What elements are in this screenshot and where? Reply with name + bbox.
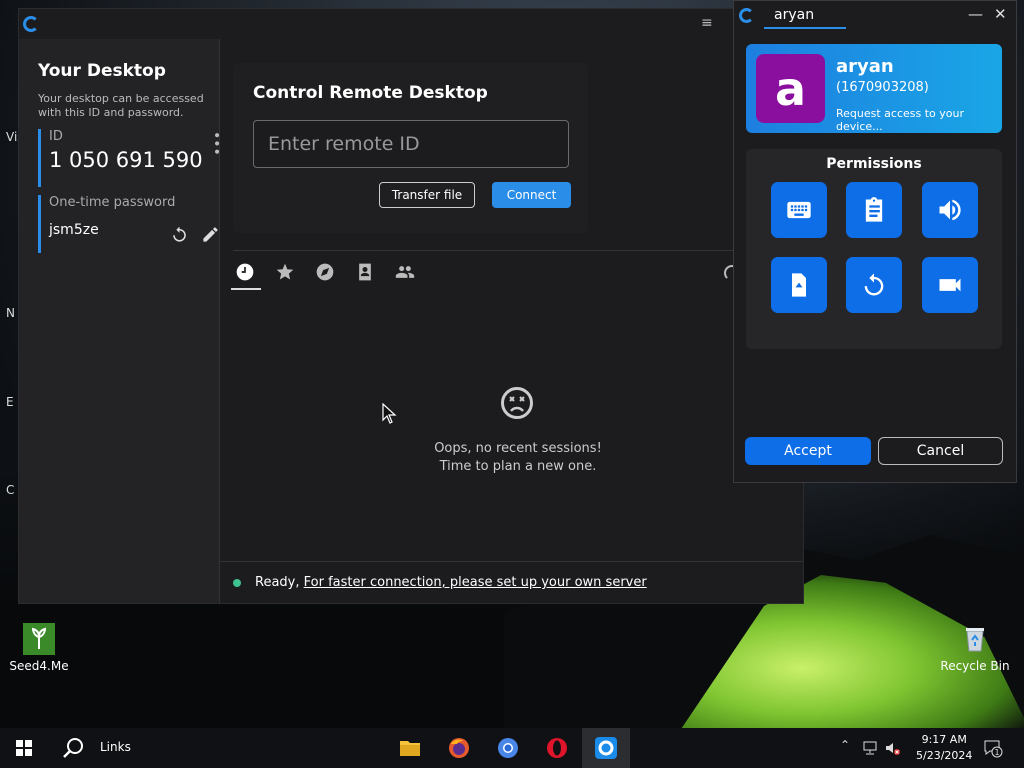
control-remote-card: Control Remote Desktop Transfer file Con… xyxy=(233,63,588,233)
audio-permission-button[interactable] xyxy=(922,182,978,238)
desktop-edge-label: N xyxy=(6,306,15,320)
rustdesk-icon xyxy=(595,737,617,759)
restart-permission-button[interactable] xyxy=(846,257,902,313)
file-explorer-icon[interactable] xyxy=(398,736,422,760)
mouse-cursor-icon xyxy=(382,403,397,424)
id-label: ID xyxy=(49,129,63,144)
control-remote-title: Control Remote Desktop xyxy=(253,83,488,103)
close-icon[interactable]: ✕ xyxy=(994,5,1007,23)
network-icon[interactable] xyxy=(862,740,878,756)
restart-icon xyxy=(864,273,884,296)
desktop-icon-seed4me[interactable]: Seed4.Me xyxy=(4,623,74,673)
clock[interactable]: 9:17 AM 5/23/2024 xyxy=(916,732,972,764)
cm-tab-indicator xyxy=(764,27,846,29)
rustdesk-taskbar-button[interactable] xyxy=(582,728,630,768)
notification-count: 1 xyxy=(994,748,999,757)
windows-start-icon[interactable] xyxy=(16,740,32,756)
permissions-title: Permissions xyxy=(826,156,922,172)
id-value[interactable]: 1 050 691 590 xyxy=(49,148,214,172)
compass-icon xyxy=(316,263,334,281)
transfer-file-button[interactable]: Transfer file xyxy=(379,182,475,208)
recording-icon xyxy=(939,278,961,292)
opera-icon[interactable] xyxy=(545,736,569,760)
edit-password-icon[interactable] xyxy=(201,225,220,248)
setup-server-link[interactable]: For faster connection, please set up you… xyxy=(304,575,647,590)
desktop-edge-label: E xyxy=(6,395,14,409)
session-tabs xyxy=(231,262,415,290)
tab-discovered[interactable] xyxy=(315,262,335,282)
clock-time: 9:17 AM xyxy=(921,733,967,746)
permissions-card: Permissions xyxy=(746,149,1002,349)
requesting-user-card: a aryan (1670903208) Request access to y… xyxy=(746,44,1002,133)
status-ready-text: Ready, xyxy=(255,575,300,590)
request-text: Request access to your device... xyxy=(836,107,965,133)
notification-center-icon[interactable]: 1 xyxy=(983,738,1003,758)
empty-state-line2: Time to plan a new one. xyxy=(439,459,597,474)
desktop-edge-label: C xyxy=(6,483,15,497)
clipboard-permission-button[interactable] xyxy=(846,182,902,238)
user-id: (1670903208) xyxy=(836,80,929,95)
more-options-icon[interactable]: ••• xyxy=(208,131,224,156)
file-transfer-icon xyxy=(792,273,806,297)
rustdesk-main-window: ≡ Your Desktop Your desktop can be acces… xyxy=(18,8,804,604)
clock-date: 5/23/2024 xyxy=(916,749,973,762)
keyboard-permission-button[interactable] xyxy=(771,182,827,238)
menu-icon[interactable]: ≡ xyxy=(701,16,714,30)
id-block: ID 1 050 691 590 ••• xyxy=(38,129,224,187)
avatar: a xyxy=(756,54,825,123)
rustdesk-logo-icon xyxy=(739,8,754,23)
audio-icon xyxy=(939,199,961,221)
tray-chevron-icon[interactable]: ⌃ xyxy=(840,738,850,752)
tab-recent-sessions[interactable] xyxy=(231,262,261,290)
user-name: aryan xyxy=(836,56,894,77)
divider xyxy=(233,250,803,251)
your-desktop-title: Your Desktop xyxy=(38,61,166,81)
status-bar: Ready, For faster connection, please set… xyxy=(219,561,803,604)
sad-face-icon xyxy=(501,387,533,419)
keyboard-icon xyxy=(787,201,811,219)
empty-state-line1: Oops, no recent sessions! xyxy=(434,441,602,456)
left-panel: Your Desktop Your desktop can be accesse… xyxy=(19,39,224,603)
recording-permission-button[interactable] xyxy=(922,257,978,313)
tab-group[interactable] xyxy=(395,262,415,282)
desktop-icon-label: Recycle Bin xyxy=(940,659,1010,673)
minimize-icon[interactable]: — xyxy=(968,5,983,23)
clipboard-icon xyxy=(865,197,883,222)
address-book-icon xyxy=(359,263,371,281)
clock-icon xyxy=(236,263,254,281)
rustdesk-logo-icon xyxy=(23,16,39,32)
search-icon[interactable] xyxy=(62,737,84,759)
password-block: One-time password jsm5ze xyxy=(38,195,218,253)
connect-button[interactable]: Connect xyxy=(492,182,571,208)
your-desktop-description: Your desktop can be accessed with this I… xyxy=(38,92,204,119)
remote-id-input[interactable] xyxy=(253,120,569,168)
firefox-icon[interactable] xyxy=(447,736,471,760)
tab-favorites[interactable] xyxy=(275,262,295,282)
taskbar: Links ⌃ 9:17 AM 5/23/2024 1 xyxy=(0,728,1024,768)
connection-request-window: aryan — ✕ a aryan (1670903208) Request a… xyxy=(733,0,1017,483)
recycle-bin-icon xyxy=(959,623,991,655)
volume-muted-icon[interactable] xyxy=(884,740,900,756)
password-label: One-time password xyxy=(49,195,176,210)
star-icon xyxy=(276,263,294,280)
group-icon xyxy=(395,266,415,278)
status-online-icon xyxy=(233,579,241,587)
desktop-icon-recycle-bin[interactable]: Recycle Bin xyxy=(940,623,1010,673)
accept-button[interactable]: Accept xyxy=(745,437,871,465)
refresh-password-icon[interactable] xyxy=(170,225,189,248)
cm-tab-title[interactable]: aryan xyxy=(774,7,814,23)
desktop-icon-label: Seed4.Me xyxy=(9,659,69,673)
file-transfer-permission-button[interactable] xyxy=(771,257,827,313)
tab-address-book[interactable] xyxy=(355,262,375,282)
cancel-button[interactable]: Cancel xyxy=(878,437,1003,465)
chromium-icon[interactable] xyxy=(496,736,520,760)
links-toolbar[interactable]: Links xyxy=(100,740,131,754)
seed4me-icon xyxy=(23,623,55,655)
